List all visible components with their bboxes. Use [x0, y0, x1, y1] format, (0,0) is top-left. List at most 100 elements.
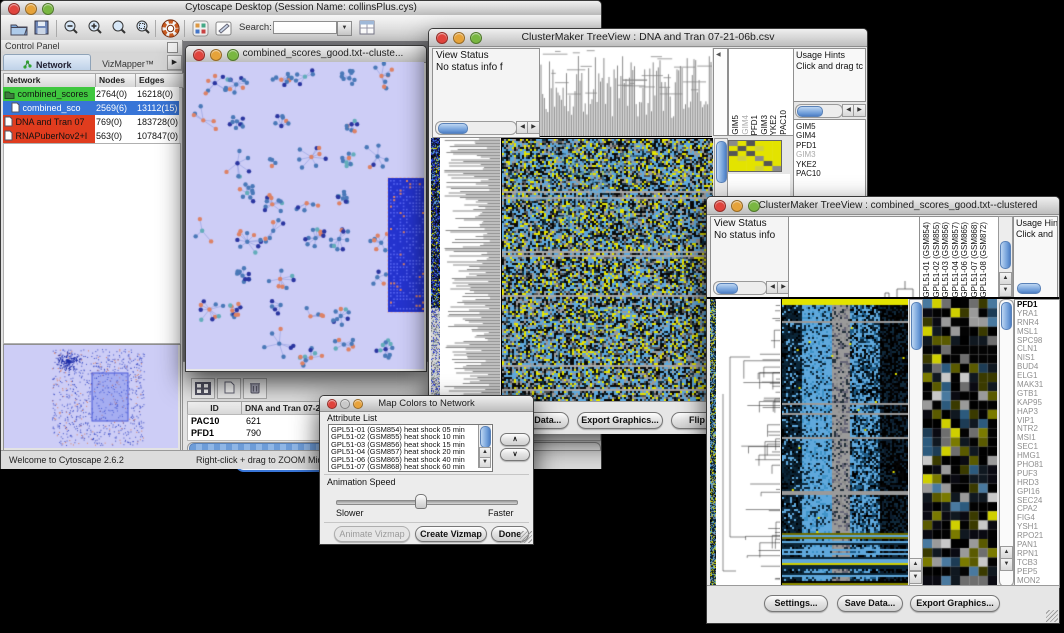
column-label[interactable]: GIM4 — [741, 115, 751, 135]
zoom-out-icon[interactable] — [61, 18, 81, 38]
animation-speed-slider[interactable] — [336, 500, 518, 505]
zoom-button[interactable] — [353, 399, 363, 409]
scroll-down-arrow[interactable]: ▼ — [999, 284, 1012, 297]
close-button[interactable] — [327, 399, 337, 409]
network-view-titlebar[interactable]: combined_scores_good.txt--cluste... — [186, 46, 426, 63]
data-row-id[interactable]: PAC10 — [191, 415, 219, 427]
attribute-item[interactable]: GPL51-07 (GSM868) heat shock 60 min — [329, 463, 492, 470]
gene-label[interactable]: GIM5 — [794, 122, 865, 131]
data-col-id[interactable]: ID — [187, 401, 242, 415]
dialog-titlebar[interactable]: Map Colors to Network — [320, 396, 533, 412]
move-up-button[interactable]: ∧ — [500, 433, 530, 446]
close-button[interactable] — [193, 49, 205, 61]
attribute-list-vscrollbar[interactable]: ▲ ▼ — [478, 425, 491, 468]
table-row-selected[interactable]: combined_sco 2569(6) 13112(15) — [3, 101, 179, 115]
close-button[interactable] — [8, 3, 20, 15]
column-label[interactable]: GPL51-03 (GSM856) — [941, 222, 951, 298]
labels-vscrollbar[interactable]: ▲ ▼ — [998, 216, 1013, 299]
col-header-nodes[interactable]: Nodes — [95, 73, 139, 88]
table-row[interactable]: combined_scores 2764(0) 16218(0) — [3, 87, 179, 101]
gene-label[interactable]: YKE2 — [794, 160, 865, 169]
close-button[interactable] — [714, 200, 726, 212]
scrollbar-thumb[interactable] — [1001, 302, 1012, 330]
minimize-button[interactable] — [25, 3, 37, 15]
search-input[interactable] — [273, 21, 337, 34]
tab-network[interactable]: Network — [3, 54, 91, 70]
gene-label[interactable]: GIM4 — [794, 131, 865, 140]
column-label[interactable]: GPL51-01 (GSM854) — [922, 222, 932, 298]
zoom-actual-icon[interactable] — [109, 18, 129, 38]
scrollbar-thumb[interactable] — [716, 141, 727, 183]
gene-label[interactable]: GIM3 — [794, 150, 865, 159]
column-label[interactable]: GPL51-04 (GSM857) — [951, 222, 961, 298]
column-label[interactable]: PFD1 — [750, 115, 760, 135]
main-titlebar[interactable]: Cytoscape Desktop (Session Name: collins… — [1, 1, 601, 16]
scroll-down-arrow[interactable]: ▼ — [1000, 558, 1013, 571]
scroll-right-arrow[interactable]: ▶ — [527, 121, 540, 134]
data-row-id[interactable]: PFD1 — [191, 427, 214, 439]
slider-thumb[interactable] — [415, 494, 427, 509]
column-label[interactable]: YKE2 — [769, 115, 779, 135]
column-label[interactable]: PAC10 — [779, 110, 789, 135]
row-dendrogram-canvas[interactable] — [440, 138, 500, 401]
tab-overflow-button[interactable]: ▶ — [167, 55, 182, 70]
vizmapper-icon[interactable] — [190, 18, 210, 38]
treeview1-titlebar[interactable]: ClusterMaker TreeView : DNA and Tran 07-… — [429, 29, 867, 47]
table-mode-icon[interactable] — [191, 378, 215, 399]
zoom-button[interactable] — [470, 32, 482, 44]
help-ring-icon[interactable] — [160, 18, 180, 38]
table-row[interactable]: RNAPuberNov2+I 563(0) 107847(0) — [3, 129, 179, 143]
close-button[interactable] — [436, 32, 448, 44]
zoom-button[interactable] — [748, 200, 760, 212]
column-label[interactable]: GPL51-06 (GSM865) — [960, 222, 970, 298]
column-label[interactable]: GIM3 — [760, 115, 770, 135]
animate-vizmap-button[interactable]: Animate Vizmap — [334, 526, 410, 542]
overview-canvas[interactable] — [4, 345, 178, 448]
heatmap-canvas[interactable] — [781, 299, 908, 585]
trash-icon[interactable] — [243, 378, 267, 399]
minimize-button[interactable] — [731, 200, 743, 212]
column-label[interactable]: GPL51-08 (GSM872) — [979, 222, 989, 298]
selected-submatrix-canvas[interactable] — [728, 140, 782, 172]
save-icon[interactable] — [32, 18, 52, 38]
search-dropdown-button[interactable]: ▼ — [337, 21, 352, 36]
global-overview-strip[interactable] — [431, 138, 440, 401]
move-down-button[interactable]: ∨ — [500, 448, 530, 461]
zoom-button[interactable] — [42, 3, 54, 15]
tab-vizmapper[interactable]: VizMapper™ — [91, 54, 165, 69]
scrollbar-thumb[interactable] — [797, 106, 823, 117]
data-row-value[interactable]: 621 — [246, 415, 261, 427]
usage-hscrollbar[interactable] — [795, 104, 843, 118]
minimize-button[interactable] — [453, 32, 465, 44]
scroll-up-arrow[interactable]: ▲ — [909, 558, 922, 571]
column-label[interactable]: GPL51-02 (GSM855) — [932, 222, 942, 298]
scrollbar-thumb[interactable] — [480, 426, 491, 448]
open-folder-icon[interactable] — [9, 18, 29, 38]
network-canvas[interactable] — [186, 62, 424, 369]
view-status-hscrollbar[interactable] — [435, 121, 517, 135]
treeview2-titlebar[interactable]: ClusterMaker TreeView : combined_scores_… — [707, 197, 1059, 215]
new-document-icon[interactable] — [217, 378, 241, 399]
network-overview[interactable] — [3, 344, 181, 451]
gene-label[interactable]: PFD1 — [794, 141, 865, 150]
heatmap-canvas[interactable] — [501, 138, 713, 402]
scrollbar-thumb[interactable] — [438, 123, 468, 134]
view-status-hscrollbar[interactable] — [713, 281, 767, 295]
row-dendrogram-canvas[interactable] — [716, 299, 780, 585]
scroll-down-arrow[interactable]: ▼ — [909, 571, 922, 584]
zoom-fit-icon[interactable] — [133, 18, 153, 38]
scroll-down-arrow[interactable]: ▼ — [479, 457, 491, 468]
zoom-in-icon[interactable] — [85, 18, 105, 38]
export-graphics-button[interactable]: Export Graphics... — [910, 595, 1000, 612]
settings-button[interactable]: Settings... — [764, 595, 828, 612]
minimize-button[interactable] — [210, 49, 222, 61]
float-panel-icon[interactable] — [167, 42, 178, 53]
table-row[interactable]: DNA and Tran 07 769(0) 183728(0) — [3, 115, 179, 129]
heatmap-vscrollbar[interactable]: ▲ ▼ — [909, 299, 923, 587]
scrollbar-thumb[interactable] — [911, 302, 922, 350]
export-graphics-button[interactable]: Export Graphics... — [577, 412, 663, 429]
create-vizmap-button[interactable]: Create Vizmap — [415, 526, 487, 542]
gene-label[interactable]: PAC10 — [794, 169, 865, 178]
col-header-network[interactable]: Network — [3, 73, 99, 88]
resize-grip[interactable] — [1046, 610, 1058, 622]
